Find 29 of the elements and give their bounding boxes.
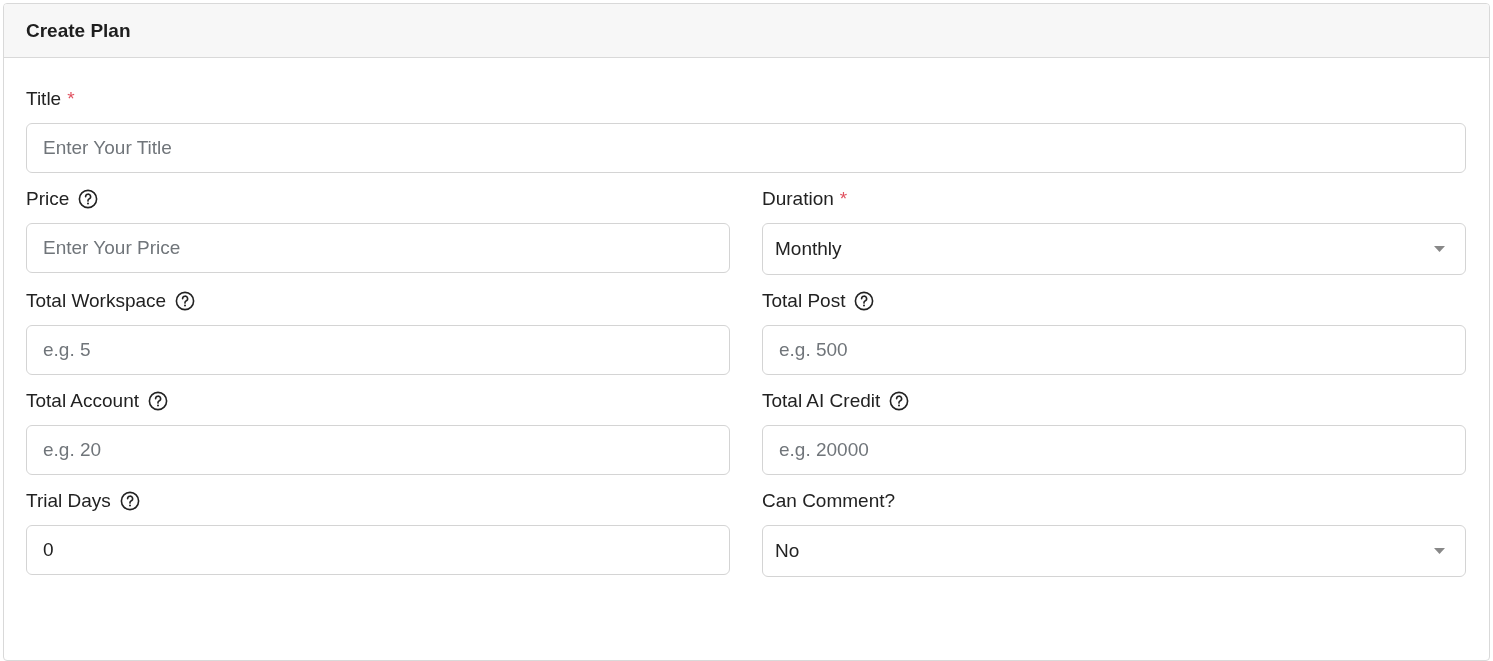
field-label: Total Post — [762, 290, 846, 312]
caret-icon — [1434, 246, 1445, 252]
caret-icon — [1434, 548, 1445, 554]
field-label: Trial Days — [26, 490, 111, 512]
field-label: Total Account — [26, 390, 140, 412]
select-field[interactable]: No — [762, 525, 1466, 577]
help-icon[interactable] — [889, 391, 910, 411]
select-field[interactable]: Monthly — [762, 223, 1466, 275]
help-icon[interactable] — [78, 189, 99, 209]
required-mark: * — [67, 88, 75, 110]
input-field[interactable]: e.g. 20000 — [762, 425, 1466, 475]
field-label: Duration — [762, 188, 834, 210]
field-label: Price — [26, 188, 70, 210]
help-icon[interactable] — [119, 491, 140, 511]
field-label: Total Workspace — [26, 290, 167, 312]
input-field[interactable]: e.g. 5 — [26, 325, 730, 375]
input-field[interactable]: e.g. 500 — [762, 325, 1466, 375]
card-title: Create Plan — [26, 19, 131, 42]
help-icon[interactable] — [175, 291, 196, 311]
input-field[interactable]: Enter Your Price — [26, 223, 730, 273]
help-icon[interactable] — [854, 291, 875, 311]
help-icon[interactable] — [148, 391, 169, 411]
input-field[interactable]: 0 — [26, 525, 730, 575]
field-label: Can Comment? — [762, 490, 896, 512]
field-label: Total AI Credit — [762, 390, 881, 412]
input-field[interactable]: Enter Your Title — [26, 123, 1466, 173]
required-mark: * — [839, 188, 848, 210]
field-label: Title — [26, 88, 62, 110]
input-field[interactable]: e.g. 20 — [26, 425, 730, 475]
